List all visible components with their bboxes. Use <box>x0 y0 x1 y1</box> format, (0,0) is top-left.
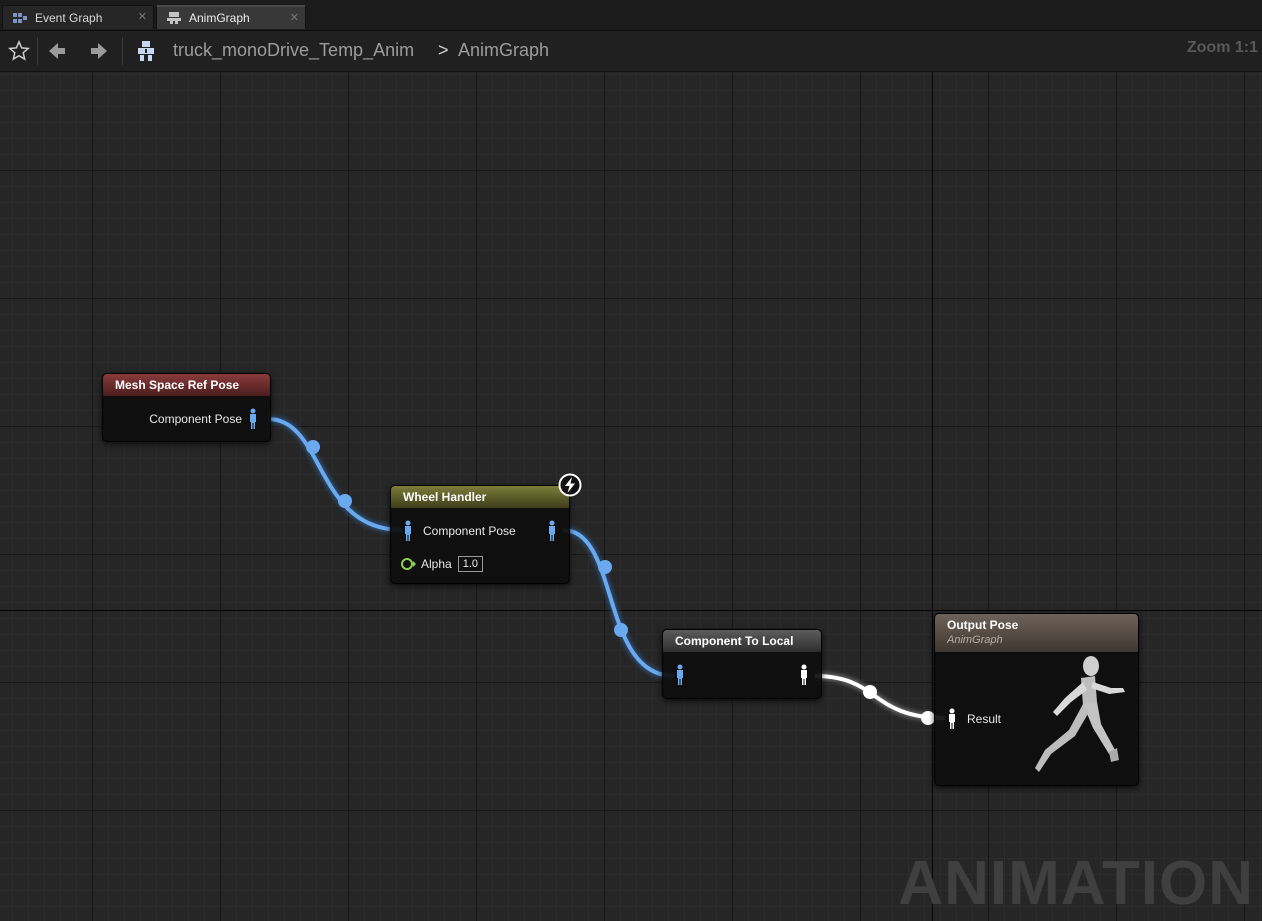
node-mesh-space-ref-pose[interactable]: Mesh Space Ref Pose Component Pose <box>102 373 271 442</box>
node-title: Output Pose <box>947 618 1019 632</box>
output-pin-local-pose[interactable] <box>799 664 809 686</box>
zoom-level: Zoom 1:1 <box>1186 39 1258 56</box>
local-pose-pin-icon[interactable] <box>799 664 809 686</box>
tab-label: Event Graph <box>35 10 103 25</box>
component-pose-pin-icon[interactable] <box>248 408 258 430</box>
node-subtitle: AnimGraph <box>947 634 1003 646</box>
input-pin-component-pose[interactable]: Component Pose <box>403 520 516 542</box>
favorite-button[interactable] <box>3 36 35 66</box>
tab-label: AnimGraph <box>189 11 250 25</box>
anim-graph-icon <box>167 12 181 24</box>
toolbar-divider <box>37 37 38 65</box>
node-component-to-local[interactable]: Component To Local <box>662 629 822 699</box>
graph-watermark: ANIMATION <box>898 849 1254 918</box>
tab-event-graph[interactable]: Event Graph ✕ <box>2 5 154 29</box>
graph-canvas[interactable] <box>0 72 1262 921</box>
arrow-left-icon <box>49 43 65 59</box>
pin-label: Component Pose <box>149 412 242 426</box>
local-pose-pin-icon[interactable] <box>947 708 957 730</box>
output-pin-component-pose[interactable] <box>547 520 557 542</box>
forward-button[interactable] <box>83 36 115 66</box>
tab-bar: Event Graph ✕ AnimGraph ✕ <box>0 0 1262 31</box>
arrow-right-icon <box>91 43 107 59</box>
graph-origin-axis-vertical <box>932 72 933 921</box>
node-header: Output Pose AnimGraph <box>935 614 1138 652</box>
node-wheel-handler[interactable]: Wheel Handler Component Pose Alpha 1.0 <box>390 485 570 584</box>
graph-origin-axis-horizontal <box>0 610 1262 611</box>
pin-label: Result <box>967 712 1002 726</box>
input-pin-result[interactable]: Result <box>947 708 1001 730</box>
component-pose-pin-icon[interactable] <box>547 520 557 542</box>
component-pose-pin-icon[interactable] <box>675 664 685 686</box>
pin-label: Component Pose <box>423 524 516 538</box>
running-mannequin-icon <box>1035 656 1125 772</box>
alpha-value-field[interactable]: 1.0 <box>457 556 483 572</box>
anim-blueprint-icon <box>138 41 154 61</box>
fast-path-icon <box>558 473 582 497</box>
input-pin-alpha[interactable]: Alpha 1.0 <box>401 556 483 572</box>
toolbar-divider <box>122 37 123 65</box>
graph-toolbar: truck_monoDrive_Temp_Anim > AnimGraph Zo… <box>0 31 1262 72</box>
node-title: Component To Local <box>663 630 821 652</box>
breadcrumb-asset[interactable]: truck_monoDrive_Temp_Anim <box>173 40 414 61</box>
close-icon[interactable]: ✕ <box>138 10 147 23</box>
chevron-right-icon: > <box>438 40 449 60</box>
node-output-pose[interactable]: Output Pose AnimGraph Result <box>934 613 1139 786</box>
star-icon <box>8 40 30 61</box>
output-pin-component-pose[interactable]: Component Pose <box>149 408 258 430</box>
tab-anim-graph[interactable]: AnimGraph ✕ <box>156 5 306 29</box>
anim-blueprint-icon-button[interactable] <box>130 36 162 66</box>
input-pin-component-pose[interactable] <box>675 664 685 686</box>
breadcrumb-graph[interactable]: AnimGraph <box>458 40 549 61</box>
float-pin-icon[interactable] <box>401 557 417 571</box>
event-graph-icon <box>13 12 27 23</box>
node-title: Mesh Space Ref Pose <box>103 374 270 396</box>
pin-label: Alpha <box>421 557 452 571</box>
close-icon[interactable]: ✕ <box>290 11 299 24</box>
component-pose-pin-icon[interactable] <box>403 520 413 542</box>
node-title: Wheel Handler <box>391 486 569 508</box>
back-button[interactable] <box>41 36 73 66</box>
